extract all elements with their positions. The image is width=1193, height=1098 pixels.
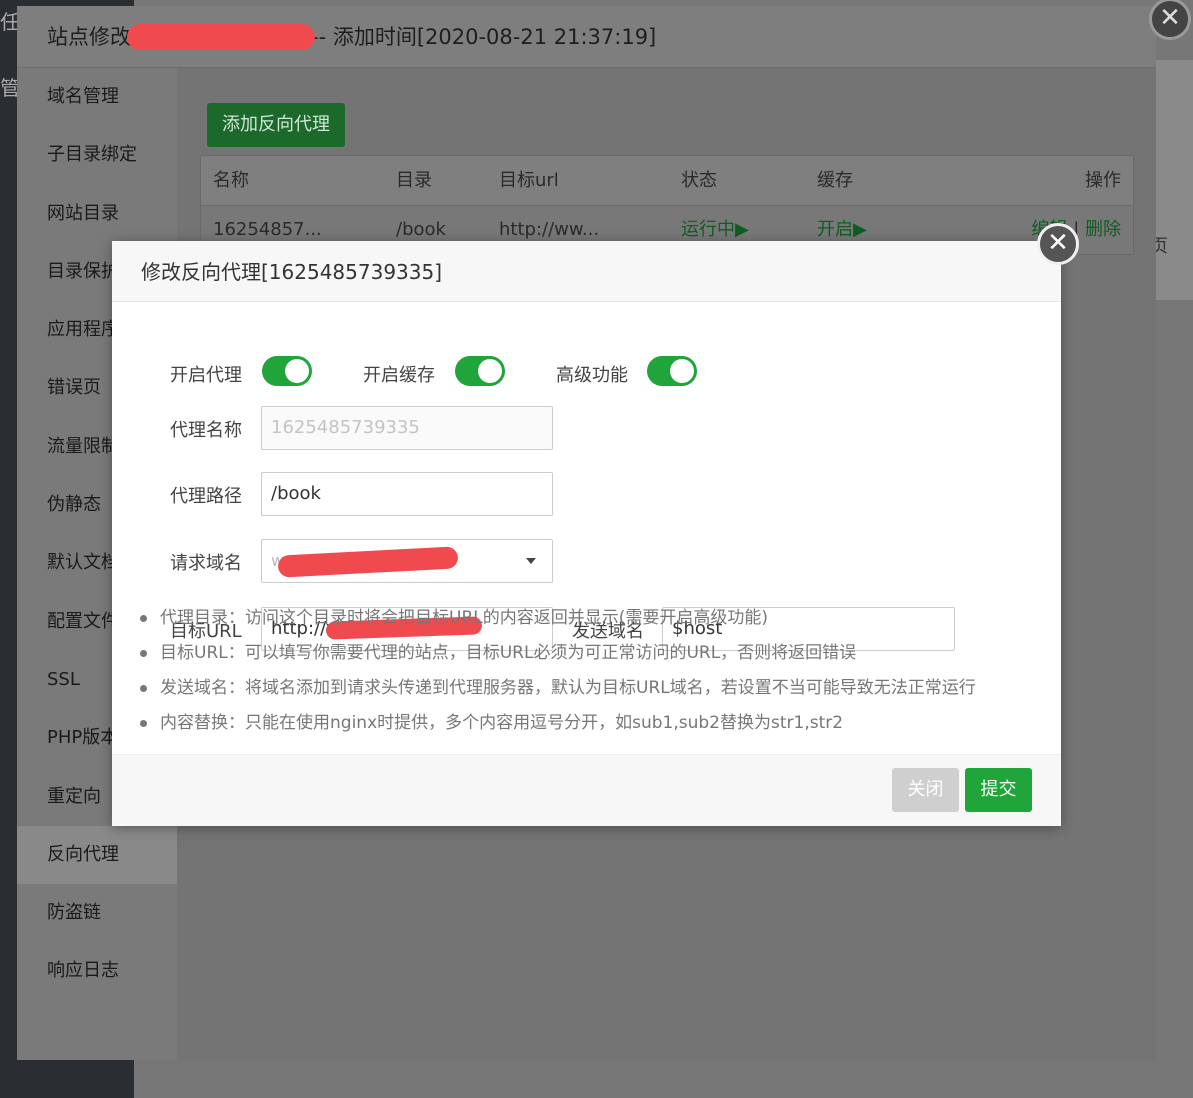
menu-item-reverse-proxy[interactable]: 反向代理 [17,825,177,885]
modal-close-button[interactable]: ✕ [1037,223,1079,265]
enable-cache-label: 开启缓存 [363,365,435,386]
modal-footer: 关闭 提交 [112,754,1061,826]
column-header-cache: 缓存 [817,170,853,191]
column-header-url: 目标url [499,170,559,191]
enable-proxy-label: 开启代理 [170,365,242,386]
enable-cache-toggle[interactable] [455,356,505,386]
help-tips: 代理目录：访问这个目录时将会把目标URL的内容返回并显示(需要开启高级功能) 目… [140,601,1020,741]
chevron-down-icon [526,558,536,564]
site-edit-title-prefix: 站点修改 [47,25,131,49]
site-edit-close-button[interactable]: ✕ [1149,0,1191,40]
tip-item: 内容替换：只能在使用nginx时提供，多个内容用逗号分开，如sub1,sub2替… [140,706,1020,741]
advanced-toggle[interactable] [647,356,697,386]
close-button[interactable]: 关闭 [892,768,959,812]
advanced-label: 高级功能 [556,365,628,386]
enable-proxy-toggle[interactable] [262,356,312,386]
background-panel [1156,60,1193,300]
menu-item-hotlink[interactable]: 防盗链 [17,884,177,942]
column-header-action: 操作 [1085,170,1121,191]
delete-link[interactable]: 删除 [1085,219,1121,240]
tip-item: 发送域名：将域名添加到请求头传递到代理服务器，默认为目标URL域名，若设置不当可… [140,671,1020,706]
menu-item-subdir[interactable]: 子目录绑定 [17,126,177,184]
redaction-mark [127,24,315,50]
proxy-path-label: 代理路径 [170,486,242,507]
add-reverse-proxy-button[interactable]: 添加反向代理 [207,103,345,147]
tip-item: 目标URL：可以填写你需要代理的站点，目标URL必须为可正常访问的URL，否则将… [140,636,1020,671]
request-domain-label: 请求域名 [170,553,242,574]
site-edit-title-suffix: -- 添加时间[2020-08-21 21:37:19] [311,25,657,49]
proxy-table-header: 名称 目录 目标url 状态 缓存 操作 [201,156,1133,206]
proxy-name-label: 代理名称 [170,420,242,441]
column-header-dir: 目录 [396,170,432,191]
column-header-status: 状态 [681,170,717,191]
tip-item: 代理目录：访问这个目录时将会把目标URL的内容返回并显示(需要开启高级功能) [140,601,1020,636]
menu-item-site-dir[interactable]: 网站目录 [17,185,177,243]
menu-item-domain[interactable]: 域名管理 [17,68,177,126]
edit-proxy-modal: 修改反向代理[1625485739335] ✕ 开启代理 开启缓存 高级功能 代… [112,223,1079,826]
submit-button[interactable]: 提交 [965,768,1032,812]
proxy-path-input[interactable]: /book [261,472,553,516]
menu-item-response-log[interactable]: 响应日志 [17,942,177,1000]
column-header-name: 名称 [213,170,249,191]
proxy-name-input[interactable]: 1625485739335 [261,406,553,450]
proxy-table: 名称 目录 目标url 状态 缓存 操作 16254857... /book h… [200,155,1134,255]
modal-title: 修改反向代理[1625485739335] [112,241,1061,302]
